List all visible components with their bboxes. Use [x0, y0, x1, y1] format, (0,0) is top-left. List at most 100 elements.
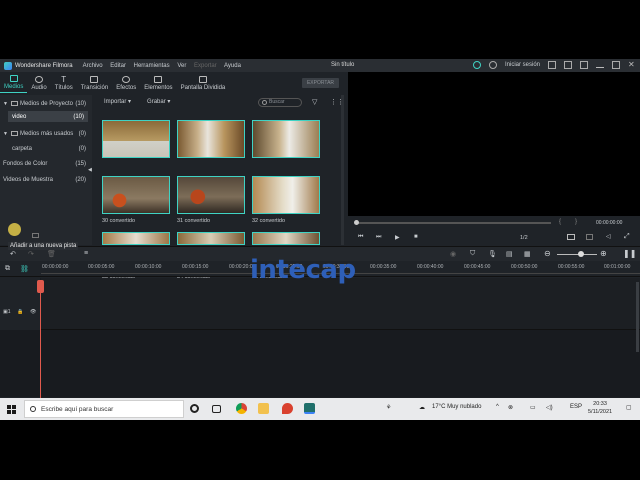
mixer-icon[interactable]: ▤ [506, 250, 513, 258]
layout-icon[interactable] [580, 61, 588, 69]
menu-archivo[interactable]: Archivo [83, 63, 103, 69]
library-item-count: (15) [75, 160, 86, 167]
add-track-icon[interactable]: ⧉ [5, 265, 10, 273]
media-clip[interactable] [252, 120, 320, 158]
user-icon[interactable] [488, 61, 497, 69]
mark-out-icon[interactable]: } [575, 219, 577, 225]
task-view-icon[interactable] [212, 405, 221, 413]
import-dropdown[interactable]: Importar ▾ [104, 98, 131, 105]
windows-start-icon[interactable] [7, 404, 16, 414]
tab-elementos[interactable]: Elementos [140, 72, 176, 93]
library-item-sample-videos[interactable]: Videos de Muestra (20) [0, 174, 92, 185]
render-icon[interactable]: ◉ [450, 250, 456, 258]
play-icon[interactable]: ▶ [395, 234, 400, 241]
volume-icon[interactable]: ◁ [606, 233, 611, 240]
tray-arrow-icon[interactable]: ^ [496, 404, 499, 410]
filmora-taskbar-icon[interactable] [304, 403, 315, 414]
menu-ayuda[interactable]: Ayuda [224, 63, 241, 69]
zoom-in-icon[interactable]: ⊕ [600, 249, 607, 258]
record-dropdown[interactable]: Grabar ▾ [147, 98, 170, 105]
library-item-most-used[interactable]: ▼ Medios más usados (0) [0, 128, 92, 139]
undo-icon[interactable]: ↶ [10, 250, 16, 258]
media-scrollbar[interactable] [341, 95, 344, 245]
media-clip[interactable] [102, 232, 170, 245]
library-item-video[interactable]: video (10) [8, 111, 88, 122]
lock-icon[interactable]: 🔒 [17, 309, 23, 315]
new-folder-icon[interactable] [32, 233, 39, 238]
quality-select[interactable]: 1/2 [520, 235, 528, 241]
timeline-scrollbar[interactable] [636, 282, 639, 352]
taskbar-search-input[interactable]: Escribe aquí para buscar [24, 400, 184, 418]
network-icon[interactable]: ▭ [530, 404, 536, 411]
search-input[interactable]: Buscar [258, 98, 302, 107]
playhead-handle[interactable] [37, 280, 44, 293]
tab-pantalla-dividida[interactable]: Pantalla Dividida [177, 72, 230, 93]
redo-icon[interactable]: ↷ [28, 250, 34, 258]
media-clip[interactable] [102, 120, 170, 158]
preview-progress-bar[interactable] [355, 222, 551, 224]
media-clip[interactable] [177, 232, 245, 245]
preview-progress-knob[interactable] [354, 220, 359, 225]
crop-icon[interactable]: ▦ [524, 250, 531, 258]
stop-icon[interactable]: ■ [414, 234, 418, 240]
minimize-icon[interactable] [596, 63, 604, 68]
file-explorer-icon[interactable] [258, 403, 269, 414]
monitor-icon[interactable] [567, 234, 575, 240]
library-item-color-backgrounds[interactable]: Fondos de Color (15) [0, 158, 92, 169]
media-clip[interactable] [177, 120, 245, 158]
eye-icon[interactable]: 👁 [30, 309, 36, 315]
pause-icon[interactable]: ❚❚ [623, 249, 636, 258]
cortana-icon[interactable] [190, 404, 199, 413]
clip-thumbnail [178, 121, 244, 157]
people-icon[interactable]: ⚘ [386, 404, 391, 411]
tab-titulos[interactable]: T Títulos [51, 72, 77, 93]
snapshot-icon[interactable] [586, 234, 593, 240]
keyboard-language[interactable]: ESP [570, 404, 582, 410]
microphone-icon[interactable]: 🎙 [488, 250, 497, 258]
chrome-icon[interactable] [236, 403, 247, 414]
delete-icon[interactable]: 🗑 [47, 250, 56, 258]
menu-herramientas[interactable]: Herramientas [134, 63, 170, 69]
title-bar-actions: Iniciar sesión ✕ [472, 61, 636, 69]
taskbar-clock[interactable]: 20:33 5/11/2021 [588, 400, 612, 416]
video-track-lane[interactable] [41, 278, 640, 330]
menu-ver[interactable]: Ver [177, 63, 186, 69]
adjust-icon[interactable]: ≡ [84, 250, 88, 257]
notification-icon[interactable] [564, 61, 572, 69]
close-icon[interactable]: ✕ [628, 61, 636, 69]
search-icon [262, 100, 267, 105]
fullscreen-icon[interactable]: ⤢ [624, 233, 630, 241]
step-back-icon[interactable]: ⏮ [358, 234, 363, 241]
save-icon[interactable] [548, 61, 556, 69]
menu-exportar[interactable]: Exportar [194, 63, 217, 69]
tab-efectos[interactable]: Efectos [112, 72, 140, 93]
media-clip[interactable] [252, 232, 320, 245]
sync-icon[interactable] [472, 61, 481, 69]
zoom-slider[interactable] [557, 254, 597, 255]
weather-text[interactable]: 17°C Muy nublado [432, 404, 481, 410]
tab-transicion[interactable]: Transición [77, 72, 112, 93]
maps-icon[interactable] [282, 403, 293, 414]
maximize-icon[interactable] [612, 61, 620, 69]
export-button[interactable]: EXPORTAR [302, 78, 339, 88]
zoom-out-icon[interactable]: ⊖ [544, 249, 551, 258]
collapse-arrow-icon[interactable]: ◀ [88, 167, 92, 173]
sign-in-button[interactable]: Iniciar sesión [505, 62, 540, 68]
tray-app-icon[interactable]: ⊗ [508, 404, 513, 411]
notifications-icon[interactable]: ▢ [626, 404, 632, 411]
library-item-carpeta[interactable]: carpeta (0) [0, 143, 92, 154]
zoom-slider-knob[interactable] [578, 251, 584, 257]
play-reverse-icon[interactable]: ⏭ [376, 234, 381, 241]
marker-icon[interactable]: ⛉ [470, 250, 475, 258]
menu-editar[interactable]: Editar [110, 63, 126, 69]
filter-icon[interactable]: ▽ [312, 98, 317, 106]
volume-icon[interactable]: ◁) [546, 404, 553, 411]
tab-audio[interactable]: Audio [27, 72, 50, 93]
tab-medios[interactable]: Medios [0, 72, 28, 93]
media-clip[interactable] [102, 176, 170, 214]
media-clip[interactable] [177, 176, 245, 214]
library-item-project-media[interactable]: ▼ Medios de Proyecto (10) [0, 98, 92, 109]
mark-in-icon[interactable]: { [559, 219, 561, 225]
media-clip[interactable] [252, 176, 320, 214]
snap-icon[interactable]: ⛓ [20, 265, 29, 273]
